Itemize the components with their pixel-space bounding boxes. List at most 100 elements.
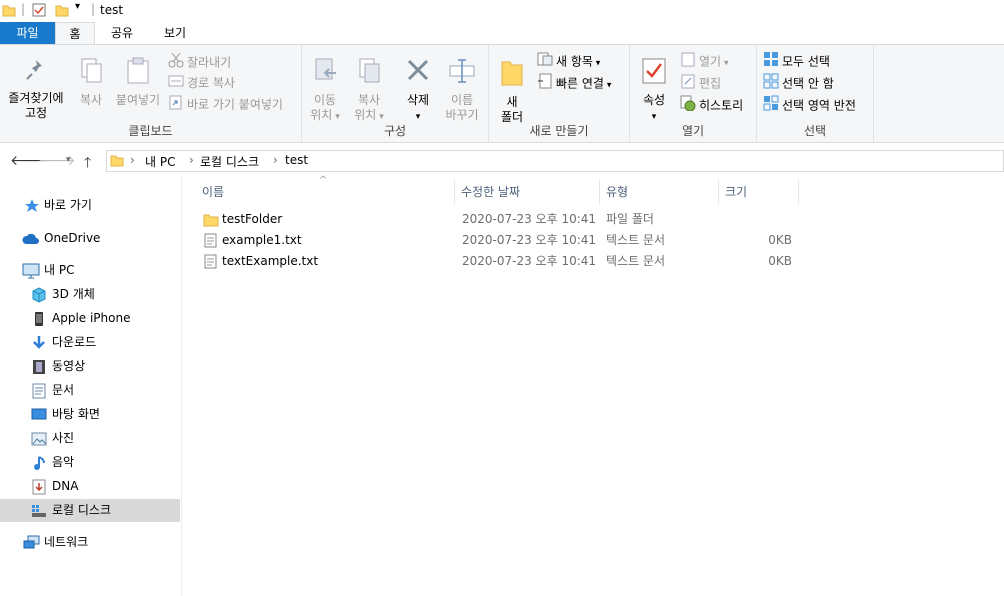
- new-folder-label-1: 새: [506, 95, 518, 109]
- easy-access-button[interactable]: 빠른 연결 ▾: [537, 73, 611, 93]
- nav-item-this-pc[interactable]: 내 PC: [0, 259, 180, 282]
- table-row[interactable]: example1.txt 2020-07-23 오후 10:41 텍스트 문서 …: [199, 230, 989, 251]
- nav-item-3d-objects[interactable]: 3D 개체: [0, 283, 180, 306]
- folder-icon: [2, 3, 16, 20]
- tab-view[interactable]: 보기: [152, 22, 198, 45]
- select-all-button[interactable]: 모두 선택: [763, 51, 830, 71]
- nav-item-videos[interactable]: 동영상: [0, 355, 180, 378]
- column-type[interactable]: 유형: [600, 180, 719, 204]
- select-none-icon: [763, 73, 779, 95]
- file-type: 텍스트 문서: [606, 254, 666, 268]
- delete-button[interactable]: 삭제 ▾: [400, 57, 436, 125]
- separator: |: [21, 2, 26, 16]
- copy-button[interactable]: 복사: [74, 57, 108, 108]
- cut-button[interactable]: 잘라내기: [168, 52, 231, 72]
- new-folder-quick-icon[interactable]: [55, 3, 69, 20]
- select-group-label: 선택: [803, 124, 827, 138]
- rename-button[interactable]: 이름 바꾸기: [442, 57, 482, 123]
- star-icon: [24, 198, 40, 222]
- network-icon: [23, 535, 41, 559]
- table-row[interactable]: testFolder 2020-07-23 오후 10:41 파일 폴더: [199, 209, 989, 230]
- nav-item-downloads[interactable]: 다운로드: [0, 331, 180, 354]
- file-name: example1.txt: [222, 233, 302, 247]
- copy-to-icon: [350, 57, 388, 89]
- breadcrumb-test[interactable]: test: [285, 153, 308, 167]
- nav-item-label: 3D 개체: [52, 287, 95, 301]
- properties-check-icon: [636, 57, 672, 89]
- breadcrumb-this-pc[interactable]: 내 PC: [145, 153, 175, 170]
- select-group: 모두 선택 선택 안 함 선택 영역 반전 선택: [757, 45, 874, 142]
- copy-to-button[interactable]: 복사 위치 ▾: [350, 57, 388, 125]
- cut-label: 잘라내기: [187, 55, 232, 70]
- breadcrumb-local-disk[interactable]: 로컬 디스크: [200, 153, 259, 170]
- nav-item-pictures[interactable]: 사진: [0, 427, 180, 450]
- nav-item-desktop[interactable]: 바탕 화면: [0, 403, 180, 426]
- nav-item-onedrive[interactable]: OneDrive: [0, 227, 180, 250]
- paste-shortcut-label: 바로 가기 붙여넣기: [187, 97, 283, 112]
- table-row[interactable]: textExample.txt 2020-07-23 오후 10:41 텍스트 …: [199, 251, 989, 272]
- properties-button[interactable]: 속성 ▾: [636, 57, 672, 125]
- nav-item-documents[interactable]: 문서: [0, 379, 180, 402]
- select-all-icon: [763, 51, 779, 73]
- pin-to-quick-access-button[interactable]: 즐겨찾기에 고정: [4, 57, 68, 121]
- new-item-button[interactable]: 새 항목 ▾: [537, 51, 600, 71]
- nav-item-apple-iphone[interactable]: Apple iPhone: [0, 307, 180, 330]
- copy-path-button[interactable]: 경로 복사: [168, 73, 235, 93]
- nav-item-music[interactable]: 음악: [0, 451, 180, 474]
- column-name[interactable]: 이름: [196, 180, 455, 204]
- file-list: ^ 이름 수정한 날짜 유형 크기 testFolder 2020-07-23 …: [183, 175, 1004, 596]
- nav-item-quick-access[interactable]: 바로 가기: [0, 194, 180, 217]
- move-to-button[interactable]: 이동 위치 ▾: [308, 57, 342, 125]
- copy-label: 복사: [79, 93, 103, 107]
- file-name: testFolder: [222, 212, 283, 226]
- file-type: 파일 폴더: [606, 212, 654, 226]
- organize-group-label: 구성: [383, 124, 407, 138]
- invert-selection-label: 선택 영역 반전: [782, 98, 856, 113]
- address-bar[interactable]: › 내 PC › 로컬 디스크 › test: [106, 150, 1004, 172]
- nav-item-label: 음악: [52, 455, 75, 469]
- move-to-label-1: 이동: [313, 93, 337, 107]
- file-type: 텍스트 문서: [606, 233, 666, 247]
- column-size[interactable]: 크기: [719, 180, 799, 204]
- scissors-icon: [168, 52, 184, 74]
- new-folder-button[interactable]: 새 폴더: [495, 57, 529, 125]
- new-item-icon: [537, 51, 553, 73]
- copy-path-label: 경로 복사: [187, 76, 235, 90]
- nav-item-label: Apple iPhone: [52, 311, 131, 325]
- edit-button[interactable]: 편집: [680, 73, 721, 93]
- breadcrumb-separator-icon[interactable]: ›: [130, 153, 135, 167]
- paste-shortcut-button[interactable]: 바로 가기 붙여넣기: [168, 94, 283, 114]
- customize-toolbar-icon[interactable]: ▾: [75, 1, 80, 12]
- paste-button[interactable]: 붙여넣기: [112, 57, 164, 108]
- clipboard-group: 즐겨찾기에 고정 복사 붙여넣기 잘라내기 경로 복사 바로 가기 붙여넣기 클…: [0, 45, 302, 142]
- properties-quick-icon[interactable]: [32, 3, 46, 20]
- file-size: 0KB: [768, 233, 792, 247]
- edit-icon: [680, 73, 696, 95]
- nav-item-label: 바로 가기: [44, 198, 92, 212]
- history-button[interactable]: 히스토리: [680, 95, 743, 115]
- open-icon: [680, 51, 696, 73]
- open-button[interactable]: 열기 ▾: [680, 51, 728, 71]
- properties-label: 속성: [642, 93, 666, 107]
- text-file-icon: [204, 254, 217, 276]
- rename-label-2: 바꾸기: [445, 108, 479, 122]
- select-none-button[interactable]: 선택 안 함: [763, 73, 834, 93]
- breadcrumb-separator-icon[interactable]: ›: [189, 153, 194, 167]
- nav-item-network[interactable]: 네트워크: [0, 531, 180, 554]
- paste-shortcut-icon: [168, 94, 184, 116]
- tab-file[interactable]: 파일: [0, 22, 55, 45]
- recent-locations-chevron-icon[interactable]: ▾: [66, 155, 71, 165]
- nav-item-dna[interactable]: DNA: [0, 475, 180, 498]
- new-folder-icon: [495, 57, 529, 91]
- breadcrumb-separator-icon[interactable]: ›: [273, 153, 278, 167]
- invert-selection-button[interactable]: 선택 영역 반전: [763, 95, 856, 115]
- up-arrow-icon[interactable]: 🡑: [84, 152, 91, 176]
- nav-item-local-disk[interactable]: 로컬 디스크: [0, 499, 180, 522]
- column-date-modified[interactable]: 수정한 날짜: [455, 180, 600, 204]
- file-date: 2020-07-23 오후 10:41: [462, 254, 597, 268]
- tab-share[interactable]: 공유: [100, 22, 144, 45]
- file-size: 0KB: [768, 254, 792, 268]
- file-date: 2020-07-23 오후 10:41: [462, 212, 597, 226]
- edit-label: 편집: [699, 76, 722, 91]
- tab-home[interactable]: 홈: [55, 22, 95, 45]
